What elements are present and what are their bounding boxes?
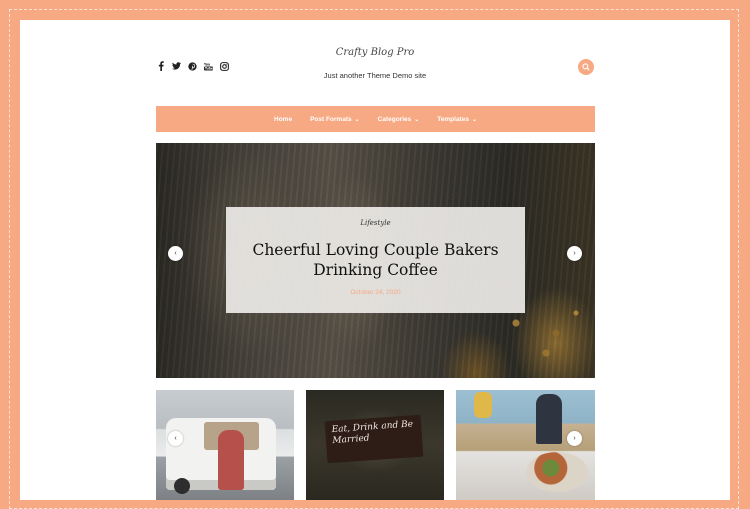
slide-caption-card: Lifestyle Cheerful Loving Couple Bakers …	[226, 207, 525, 313]
carousel-prev-button[interactable]: ‹	[168, 431, 183, 446]
facebook-icon[interactable]	[156, 61, 165, 71]
featured-slider: Lifestyle Cheerful Loving Couple Bakers …	[156, 143, 595, 378]
nav-item-post-formats[interactable]: Post Formats ⌄	[310, 116, 360, 123]
thumbnail-image-food	[526, 452, 588, 492]
chevron-down-icon: ⌄	[354, 116, 360, 123]
instagram-icon[interactable]	[220, 61, 229, 71]
nav-item-templates[interactable]: Templates ⌄	[437, 116, 477, 123]
thumbnail-image-wheel	[174, 478, 190, 494]
svg-text:Tube: Tube	[205, 66, 213, 70]
main-navigation: Home Post Formats ⌄ Categories ⌄ Templat…	[156, 106, 595, 132]
site-tagline: Just another Theme Demo site	[323, 71, 427, 80]
chevron-right-icon: ›	[573, 435, 576, 442]
nav-item-categories[interactable]: Categories ⌄	[378, 116, 420, 123]
nav-item-label: Templates	[437, 115, 469, 123]
nav-item-home[interactable]: Home	[274, 116, 292, 123]
slide-date: October 24, 2020	[350, 289, 401, 296]
pinterest-icon[interactable]	[188, 61, 197, 71]
carousel-next-button[interactable]: ›	[567, 431, 582, 446]
twitter-icon[interactable]	[172, 61, 181, 71]
chevron-down-icon: ⌄	[414, 116, 420, 123]
slide-category[interactable]: Lifestyle	[226, 219, 525, 227]
search-icon	[582, 63, 590, 71]
thumbnail-image-person	[218, 430, 244, 490]
slider-prev-button[interactable]: ‹	[168, 246, 183, 261]
nav-item-label: Home	[274, 115, 293, 123]
chevron-left-icon: ‹	[174, 250, 177, 257]
search-button[interactable]	[578, 59, 594, 75]
thumbnail-image-person	[474, 392, 492, 418]
slider-next-button[interactable]: ›	[567, 246, 582, 261]
youtube-icon[interactable]: You Tube	[204, 61, 213, 71]
carousel-thumbnail-2[interactable]: Eat, Drink and Be Married	[306, 390, 444, 500]
slide-title[interactable]: Cheerful Loving Couple Bakers Drinking C…	[226, 240, 525, 280]
chevron-left-icon: ‹	[174, 435, 177, 442]
nav-item-label: Categories	[377, 115, 412, 123]
carousel-thumbnail-1[interactable]: ‹	[156, 390, 294, 500]
thumbnail-image-person	[536, 394, 562, 444]
site-logo[interactable]: Crafty Blog Pro	[20, 47, 730, 58]
page-container: You Tube Crafty Blog Pro Just another The…	[20, 20, 730, 500]
chevron-right-icon: ›	[573, 250, 576, 257]
chevron-down-icon: ⌄	[471, 116, 477, 123]
nav-item-label: Post Formats	[310, 115, 352, 123]
social-links: You Tube	[156, 61, 229, 71]
carousel-thumbnail-3[interactable]: ›	[456, 390, 595, 500]
